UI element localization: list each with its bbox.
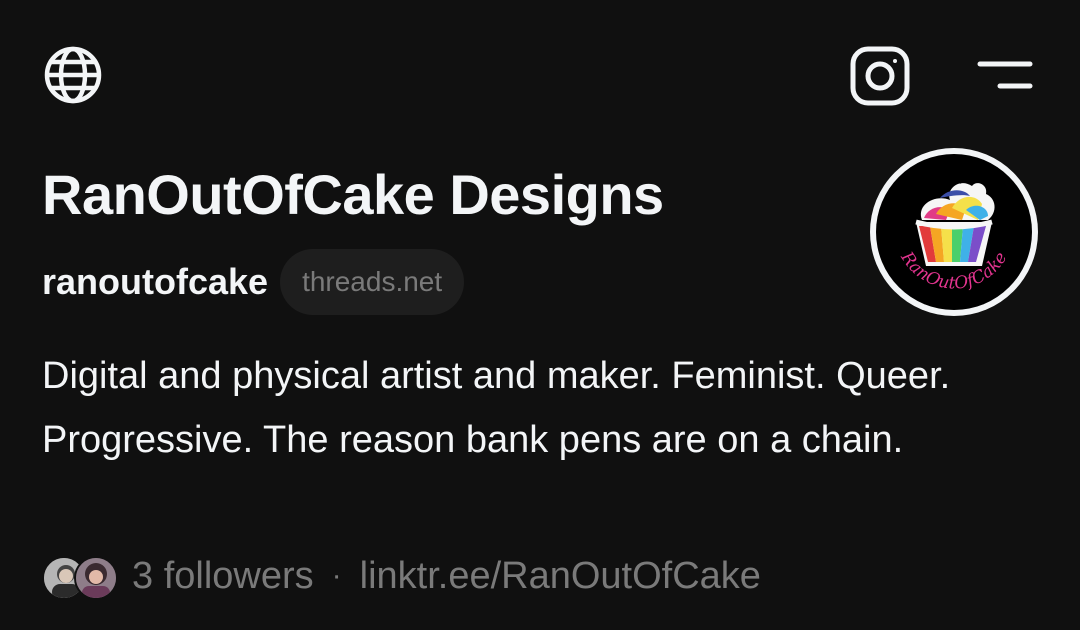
instagram-icon[interactable] [848, 44, 912, 108]
cupcake-logo: RanOutOfCake [876, 154, 1032, 310]
profile-meta-row: 3 followers · linktr.ee/RanOutOfCake [42, 548, 761, 604]
follower-avatar [74, 556, 118, 600]
followers-count-link[interactable]: 3 followers [132, 555, 314, 598]
profile-top-bar [0, 0, 1080, 150]
domain-badge[interactable]: threads.net [280, 249, 465, 315]
profile-bio: Digital and physical artist and maker. F… [42, 355, 951, 461]
follower-avatars[interactable] [42, 552, 120, 600]
profile-display-name: RanOutOfCake Designs [42, 163, 664, 226]
menu-icon[interactable] [972, 50, 1038, 100]
profile-avatar[interactable]: RanOutOfCake [870, 148, 1038, 316]
globe-icon[interactable] [42, 44, 104, 106]
separator-dot: · [331, 559, 342, 592]
profile-username: ranoutofcake [42, 261, 269, 302]
profile-external-link[interactable]: linktr.ee/RanOutOfCake [360, 555, 761, 598]
handle-row: ranoutofcake threads.net [42, 248, 465, 316]
